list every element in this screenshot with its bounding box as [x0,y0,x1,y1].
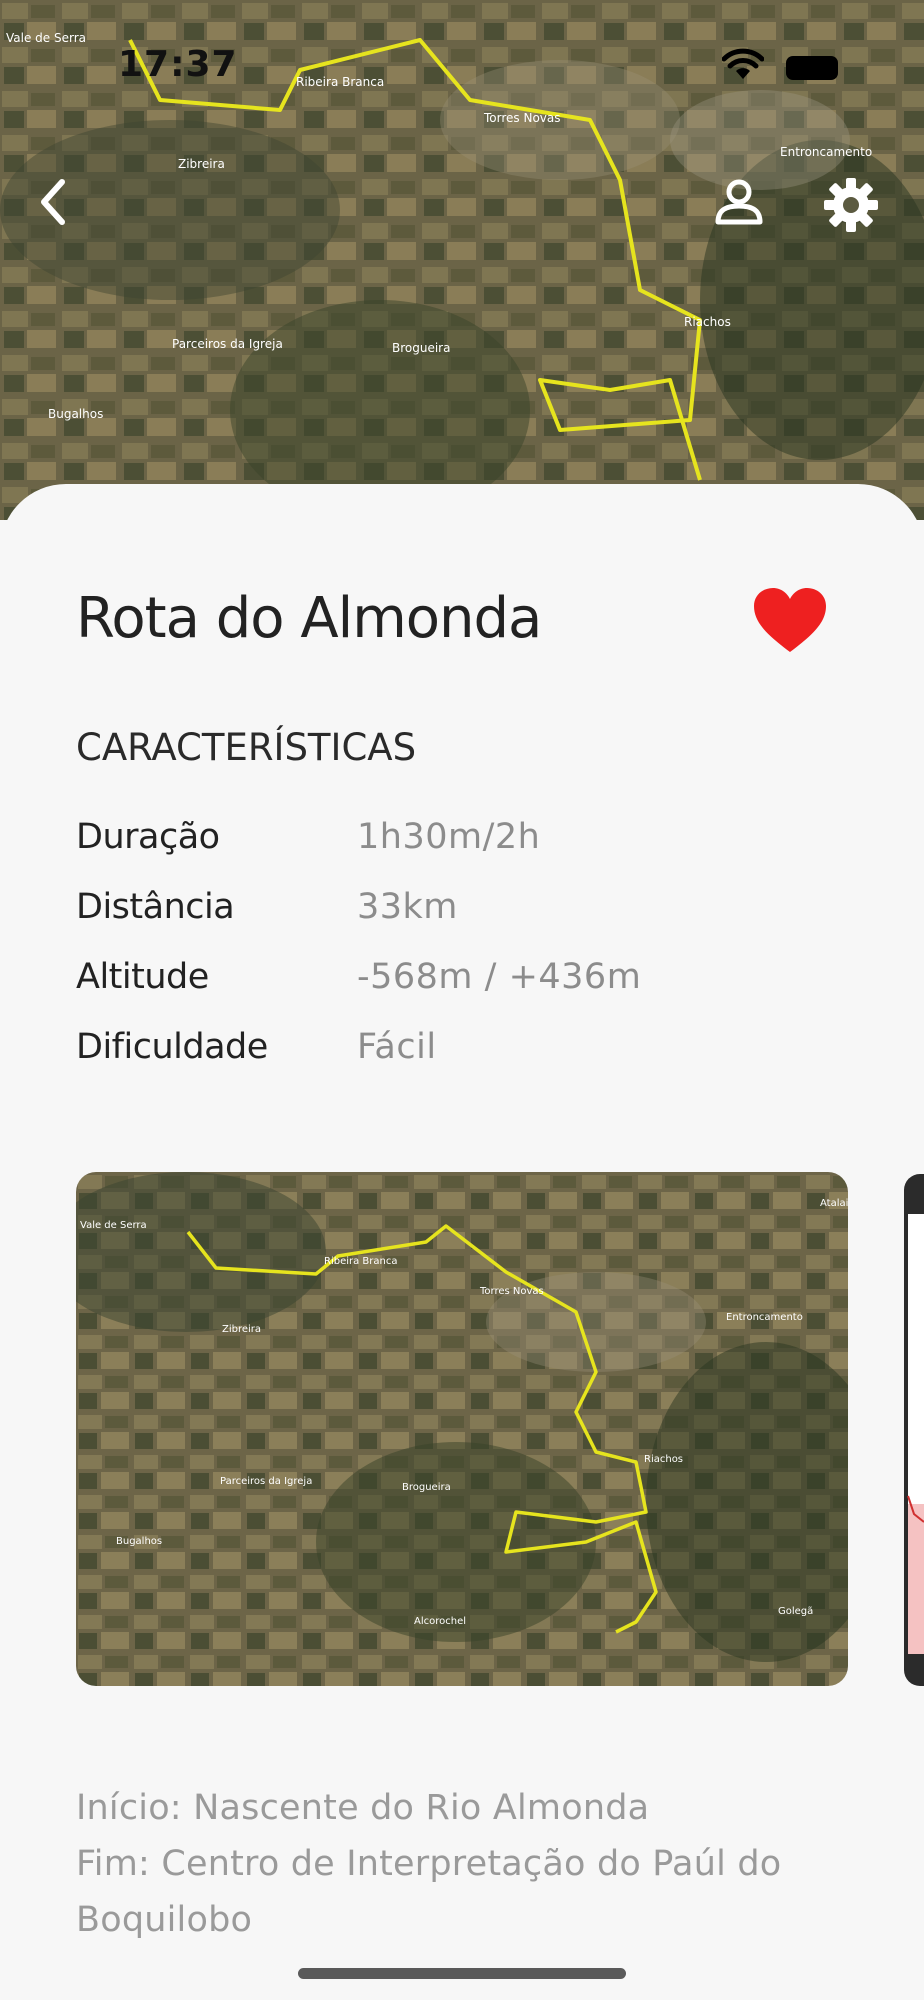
elevation-chart-thumbnail[interactable] [904,1174,924,1686]
route-end: Fim: Centro de Interpretação do Paúl do … [76,1844,782,1940]
map-label: Brogueira [402,1482,451,1493]
difficulty-value: Fácil [357,1027,437,1067]
map-label: Zibreira [178,157,225,171]
map-label: Riachos [644,1454,683,1465]
battery-icon [786,56,838,80]
route-start: Início: Nascente do Rio Almonda [76,1788,650,1828]
altitude-value: -568m / +436m [357,957,642,997]
map-label: Torres Novas [479,1286,544,1297]
map-label: Vale de Serra [80,1220,147,1231]
map-label: Torres Novas [483,111,561,125]
gear-icon [824,178,878,232]
map-label: Entroncamento [780,145,872,159]
map-label: Parceiros da Igreja [220,1476,312,1487]
duration-value: 1h30m/2h [357,817,541,857]
status-time: 17:37 [118,44,238,85]
map-label: Brogueira [392,341,450,355]
map-label: Ribeira Branca [324,1256,398,1267]
home-indicator[interactable] [298,1968,626,1979]
map-label: Zibreira [222,1324,261,1335]
map-label: Entroncamento [726,1312,803,1323]
duration-label: Duração [76,817,220,857]
map-label: Vale de Serra [6,31,86,45]
map-header[interactable]: Vale de Serra Ribeira Branca Torres Nova… [0,0,924,520]
distance-value: 33km [357,887,458,927]
settings-button[interactable] [822,176,880,234]
altitude-label: Altitude [76,957,209,997]
distance-label: Distância [76,887,235,927]
chevron-left-icon [41,179,65,225]
page-title: Rota do Almonda [76,586,542,651]
route-map-image[interactable]: Vale de Serra Ribeira Branca Torres Nova… [76,1172,848,1686]
map-label: Riachos [684,315,731,329]
map-label: Bugalhos [48,407,103,421]
map-label: Atalaia [820,1198,848,1209]
difficulty-label: Dificuldade [76,1027,268,1067]
heart-icon [754,588,826,652]
map-label: Parceiros da Igreja [172,337,283,351]
favorite-button[interactable] [752,586,828,656]
profile-button[interactable] [712,176,766,230]
wifi-icon [722,48,764,79]
back-button[interactable] [28,170,78,234]
map-label: Ribeira Branca [296,75,384,89]
map-label: Alcorochel [414,1616,466,1627]
characteristics-heading: CARACTERÍSTICAS [76,726,417,769]
map-label: Golegã [778,1606,813,1617]
route-description: Início: Nascente do Rio Almonda Fim: Cen… [76,1780,866,1948]
user-icon [715,179,763,225]
map-label: Bugalhos [116,1536,162,1547]
